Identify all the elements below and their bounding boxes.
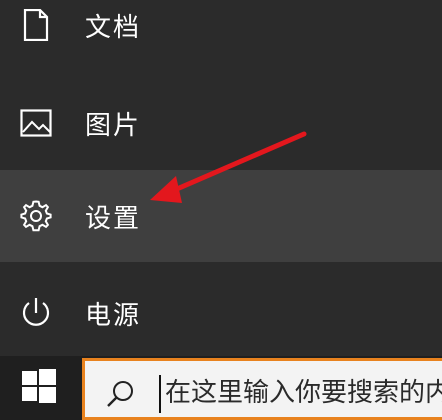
start-button[interactable]: [0, 356, 78, 420]
start-item-label: 图片: [85, 110, 142, 141]
start-item-settings[interactable]: 设置: [0, 170, 442, 262]
start-item-label: 设置: [85, 203, 142, 234]
windows-logo-icon: [22, 369, 56, 407]
start-item-label: 电源: [85, 300, 142, 331]
search-input[interactable]: [165, 371, 442, 415]
start-item-label: 文档: [85, 12, 142, 43]
start-item-pictures[interactable]: 图片: [0, 76, 442, 170]
taskbar: [0, 356, 442, 420]
pictures-icon: [19, 106, 53, 140]
start-item-power[interactable]: 电源: [0, 266, 442, 360]
taskbar-search-box[interactable]: [82, 358, 442, 420]
text-caret: [159, 375, 161, 413]
power-icon: [19, 296, 53, 330]
search-icon: [105, 379, 135, 409]
document-icon: [19, 8, 53, 42]
gear-icon: [19, 199, 53, 233]
start-item-documents[interactable]: 文档: [0, 0, 442, 72]
start-menu: 文档 图片 设置 电源: [0, 0, 442, 356]
